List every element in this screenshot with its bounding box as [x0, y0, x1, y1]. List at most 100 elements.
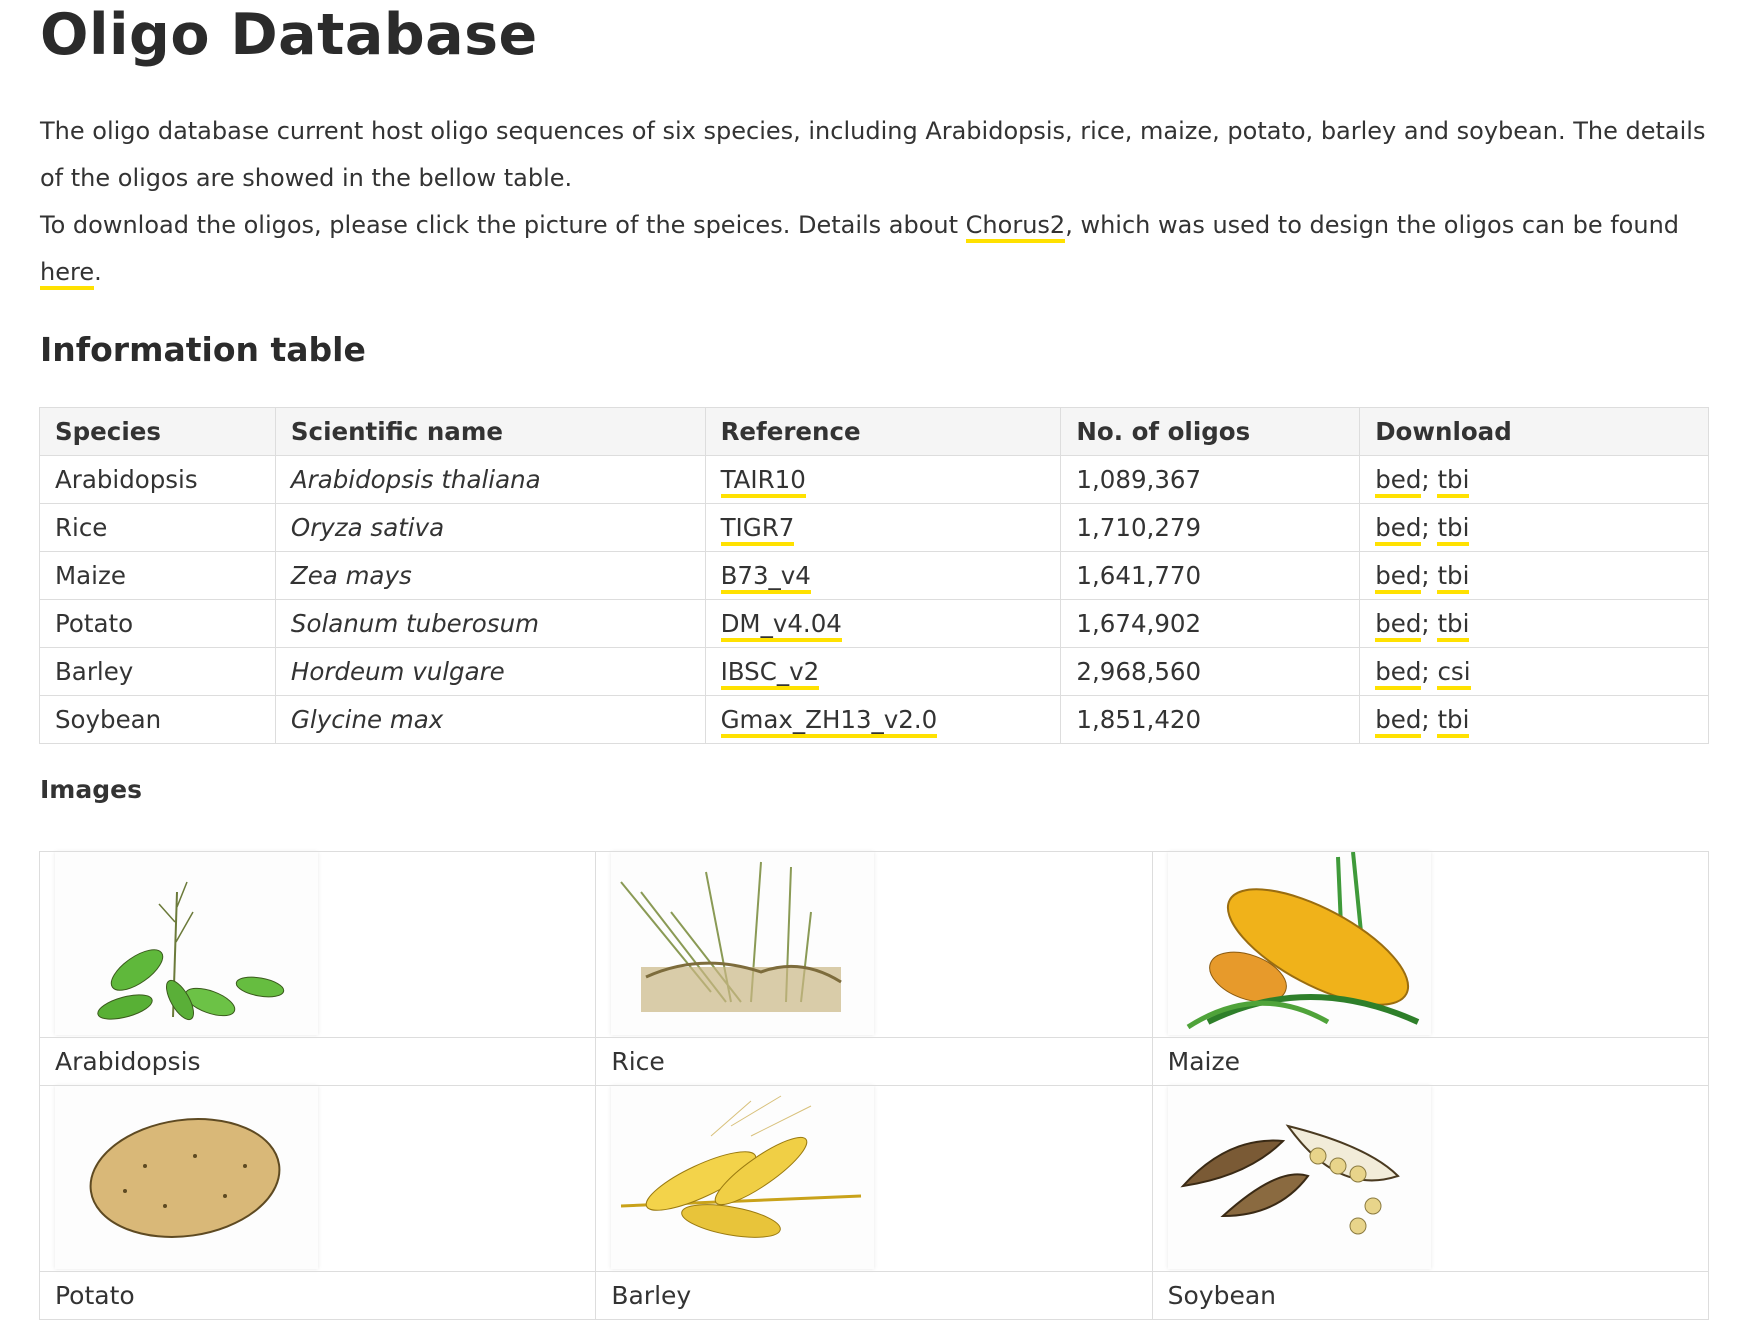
- arabidopsis-image-link[interactable]: [55, 852, 318, 1035]
- oligo-count-cell: 1,641,770: [1060, 551, 1361, 600]
- potato-image-link[interactable]: [55, 1086, 318, 1269]
- scientific-name-cell: Hordeum vulgare: [274, 647, 706, 696]
- reference-link[interactable]: B73_v4: [720, 561, 811, 594]
- here-link[interactable]: here: [40, 258, 95, 290]
- reference-cell: DM_v4.04: [704, 599, 1062, 648]
- arabidopsis-plant-image: [97, 881, 285, 1021]
- scientific-name-cell: Arabidopsis thaliana: [274, 455, 706, 504]
- intro-text-3: , which was used to design the oligos ca…: [1065, 211, 1680, 239]
- information-table-heading: Information table: [40, 330, 366, 369]
- index-download-link[interactable]: tbi: [1437, 465, 1470, 498]
- image-row: [38, 1085, 1710, 1272]
- header-no-of-oligos: No. of oligos: [1060, 407, 1361, 456]
- reference-link[interactable]: TAIR10: [720, 465, 806, 498]
- table-header-row: Species Scientific name Reference No. of…: [39, 407, 1709, 456]
- image-cell: [1151, 1085, 1710, 1272]
- index-download-link[interactable]: tbi: [1437, 513, 1470, 546]
- barley-ears-image: [621, 1095, 862, 1238]
- image-cell: [38, 851, 597, 1038]
- reference-link[interactable]: TIGR7: [720, 513, 795, 546]
- reference-cell: TAIR10: [704, 455, 1062, 504]
- intro-text-2: To download the oligos, please click the…: [40, 211, 966, 239]
- header-download: Download: [1359, 407, 1709, 456]
- scientific-name-cell: Zea mays: [274, 551, 706, 600]
- bed-download-link[interactable]: bed: [1375, 465, 1422, 498]
- image-caption: Soybean: [1151, 1271, 1710, 1320]
- barley-image-link[interactable]: [611, 1086, 875, 1269]
- download-cell: bed; tbi: [1359, 599, 1709, 648]
- soybean-image-link[interactable]: [1167, 1086, 1431, 1269]
- image-caption: Potato: [38, 1271, 597, 1320]
- download-separator: ;: [1421, 561, 1430, 590]
- image-row: [38, 851, 1710, 1038]
- species-cell: Maize: [39, 551, 276, 600]
- bed-download-link[interactable]: bed: [1375, 705, 1422, 738]
- index-download-link[interactable]: tbi: [1437, 609, 1470, 642]
- image-caption: Rice: [595, 1037, 1153, 1086]
- reference-link[interactable]: IBSC_v2: [720, 657, 820, 690]
- download-separator: ;: [1421, 609, 1430, 638]
- download-separator: ;: [1421, 657, 1430, 686]
- images-heading: Images: [40, 775, 142, 804]
- index-download-link[interactable]: csi: [1437, 657, 1471, 690]
- bed-download-link[interactable]: bed: [1375, 513, 1422, 546]
- bed-download-link[interactable]: bed: [1375, 609, 1422, 642]
- caption-row: Arabidopsis Rice Maize: [38, 1037, 1710, 1086]
- information-table: Species Scientific name Reference No. of…: [39, 407, 1709, 744]
- download-cell: bed; tbi: [1359, 695, 1709, 744]
- page-title: Oligo Database: [40, 2, 538, 68]
- index-download-link[interactable]: tbi: [1437, 705, 1470, 738]
- header-reference: Reference: [704, 407, 1062, 456]
- image-cell: [38, 1085, 597, 1272]
- scientific-name-cell: Glycine max: [274, 695, 706, 744]
- reference-cell: B73_v4: [704, 551, 1062, 600]
- maize-image-link[interactable]: [1167, 852, 1431, 1035]
- table-row: Soybean Glycine max Gmax_ZH13_v2.0 1,851…: [39, 695, 1709, 744]
- chorus2-link[interactable]: Chorus2: [965, 211, 1066, 243]
- species-image-grid: Arabidopsis Rice Maize Potato Barley Soy…: [38, 851, 1710, 1320]
- maize-cob-image: [1186, 852, 1419, 1030]
- page: Oligo Database The oligo database curren…: [0, 0, 1740, 1339]
- soybean-pods-image: [1180, 1124, 1400, 1235]
- oligo-count-cell: 1,089,367: [1060, 455, 1361, 504]
- image-cell: [595, 851, 1153, 1038]
- oligo-count-cell: 2,968,560: [1060, 647, 1361, 696]
- intro-text-1: The oligo database current host oligo se…: [40, 117, 1706, 192]
- image-caption: Maize: [1151, 1037, 1710, 1086]
- oligo-count-cell: 1,851,420: [1060, 695, 1361, 744]
- bed-download-link[interactable]: bed: [1375, 657, 1422, 690]
- reference-link[interactable]: DM_v4.04: [720, 609, 842, 642]
- table-row: Potato Solanum tuberosum DM_v4.04 1,674,…: [39, 599, 1709, 648]
- intro-text-end: .: [94, 258, 102, 286]
- species-cell: Soybean: [39, 695, 276, 744]
- image-cell: [1151, 851, 1710, 1038]
- image-caption: Arabidopsis: [38, 1037, 597, 1086]
- header-scientific-name: Scientific name: [274, 407, 706, 456]
- header-species: Species: [39, 407, 276, 456]
- table-row: Rice Oryza sativa TIGR7 1,710,279 bed; t…: [39, 503, 1709, 552]
- table-row: Arabidopsis Arabidopsis thaliana TAIR10 …: [39, 455, 1709, 504]
- reference-link[interactable]: Gmax_ZH13_v2.0: [720, 705, 938, 738]
- download-cell: bed; tbi: [1359, 551, 1709, 600]
- species-cell: Barley: [39, 647, 276, 696]
- download-separator: ;: [1421, 705, 1430, 734]
- reference-cell: TIGR7: [704, 503, 1062, 552]
- species-cell: Potato: [39, 599, 276, 648]
- rice-image-link[interactable]: [611, 852, 875, 1035]
- scientific-name-cell: Solanum tuberosum: [274, 599, 706, 648]
- rice-plant-image: [620, 861, 843, 1012]
- species-cell: Arabidopsis: [39, 455, 276, 504]
- download-cell: bed; tbi: [1359, 503, 1709, 552]
- image-caption: Barley: [595, 1271, 1153, 1320]
- species-cell: Rice: [39, 503, 276, 552]
- index-download-link[interactable]: tbi: [1437, 561, 1470, 594]
- table-row: Maize Zea mays B73_v4 1,641,770 bed; tbi: [39, 551, 1709, 600]
- oligo-count-cell: 1,710,279: [1060, 503, 1361, 552]
- bed-download-link[interactable]: bed: [1375, 561, 1422, 594]
- scientific-name-cell: Oryza sativa: [274, 503, 706, 552]
- caption-row: Potato Barley Soybean: [38, 1271, 1710, 1320]
- oligo-count-cell: 1,674,902: [1060, 599, 1361, 648]
- potato-image: [89, 1118, 281, 1238]
- download-cell: bed; csi: [1359, 647, 1709, 696]
- download-separator: ;: [1421, 513, 1430, 542]
